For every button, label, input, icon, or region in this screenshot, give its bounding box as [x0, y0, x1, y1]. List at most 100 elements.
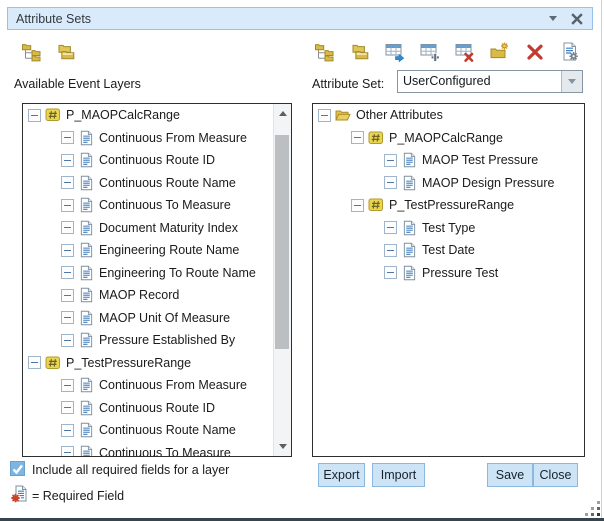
- collapse-toggle[interactable]: [61, 446, 74, 456]
- delete-button[interactable]: [524, 41, 545, 62]
- tree-item-label: P_MAOPCalcRange: [389, 131, 503, 145]
- import-button[interactable]: Import: [372, 463, 425, 487]
- collapse-toggle[interactable]: [61, 401, 74, 414]
- chevron-down-icon[interactable]: [561, 71, 582, 92]
- tree-item[interactable]: Engineering Route Name: [23, 239, 274, 262]
- collapse-toggle[interactable]: [61, 311, 74, 324]
- collapse-toggle[interactable]: [61, 131, 74, 144]
- collapse-toggle[interactable]: [61, 176, 74, 189]
- collapse-toggle[interactable]: [28, 109, 41, 122]
- collapse-toggle[interactable]: [384, 244, 397, 257]
- folders-button[interactable]: [349, 41, 370, 62]
- tree-item[interactable]: Test Date: [313, 239, 584, 262]
- attribute-set-value: UserConfigured: [398, 71, 561, 92]
- collapse-toggle[interactable]: [351, 131, 364, 144]
- toolbar-right: [314, 41, 580, 62]
- collapse-toggle[interactable]: [61, 424, 74, 437]
- tree-item[interactable]: MAOP Unit Of Measure: [23, 307, 274, 330]
- dialog-title: Attribute Sets: [16, 12, 536, 26]
- field-icon: [401, 265, 417, 281]
- field-icon: [401, 220, 417, 236]
- collapse-toggle[interactable]: [28, 356, 41, 369]
- tree-item-label: Engineering To Route Name: [99, 266, 256, 280]
- field-icon: [78, 445, 94, 456]
- collapse-toggle[interactable]: [384, 154, 397, 167]
- tree-item-label: Pressure Test: [422, 266, 498, 280]
- folder-tree-button[interactable]: [314, 41, 335, 62]
- folders-button[interactable]: [55, 41, 76, 62]
- collapse-toggle[interactable]: [61, 379, 74, 392]
- collapse-toggle[interactable]: [384, 266, 397, 279]
- collapse-toggle[interactable]: [61, 244, 74, 257]
- field-icon: [78, 310, 94, 326]
- tree-item-label: MAOP Record: [99, 288, 179, 302]
- include-required-fields-label: Include all required fields for a layer: [32, 463, 229, 477]
- tree-item[interactable]: Pressure Test: [313, 262, 584, 285]
- field-icon: [78, 400, 94, 416]
- tree-item[interactable]: MAOP Test Pressure: [313, 149, 584, 172]
- save-button[interactable]: Save: [487, 463, 533, 487]
- tree-item[interactable]: Continuous Route Name: [23, 172, 274, 195]
- include-required-fields-checkbox[interactable]: [10, 461, 25, 476]
- field-icon: [78, 175, 94, 191]
- tree-item[interactable]: P_MAOPCalcRange: [313, 127, 584, 150]
- field-icon: [401, 152, 417, 168]
- available-event-layers-tree: P_MAOPCalcRange Continuous From Measure …: [23, 104, 274, 456]
- tree-item[interactable]: P_MAOPCalcRange: [23, 104, 274, 127]
- tree-item[interactable]: Other Attributes: [313, 104, 584, 127]
- event-layer-icon: [45, 355, 61, 371]
- tree-item[interactable]: P_TestPressureRange: [313, 194, 584, 217]
- table-export-button[interactable]: [384, 41, 405, 62]
- collapse-toggle[interactable]: [351, 199, 364, 212]
- table-remove-button[interactable]: [454, 41, 475, 62]
- export-button[interactable]: Export: [318, 463, 365, 487]
- field-icon: [78, 197, 94, 213]
- field-icon: [78, 265, 94, 281]
- collapse-toggle[interactable]: [384, 221, 397, 234]
- table-add-button[interactable]: [419, 41, 440, 62]
- close-button[interactable]: Close: [533, 463, 578, 487]
- tree-item[interactable]: Continuous Route Name: [23, 419, 274, 442]
- collapse-toggle[interactable]: [61, 199, 74, 212]
- tree-item[interactable]: Continuous To Measure: [23, 194, 274, 217]
- tree-item[interactable]: MAOP Design Pressure: [313, 172, 584, 195]
- tree-item[interactable]: P_TestPressureRange: [23, 352, 274, 375]
- tree-item[interactable]: Test Type: [313, 217, 584, 240]
- new-folder-button[interactable]: [489, 41, 510, 62]
- collapse-window-icon[interactable]: [546, 12, 560, 26]
- collapse-toggle[interactable]: [61, 289, 74, 302]
- report-settings-button[interactable]: [559, 41, 580, 62]
- collapse-toggle[interactable]: [384, 176, 397, 189]
- scroll-up-icon[interactable]: [274, 105, 291, 122]
- collapse-toggle[interactable]: [61, 154, 74, 167]
- tree-item-label: Test Date: [422, 243, 475, 257]
- event-layer-icon: [368, 197, 384, 213]
- tree-item[interactable]: Document Maturity Index: [23, 217, 274, 240]
- attribute-set-select[interactable]: UserConfigured: [397, 70, 583, 93]
- field-icon: [78, 377, 94, 393]
- field-icon: [401, 175, 417, 191]
- tree-item[interactable]: Pressure Established By: [23, 329, 274, 352]
- tree-item-label: Pressure Established By: [99, 333, 235, 347]
- tree-item[interactable]: Engineering To Route Name: [23, 262, 274, 285]
- available-event-layers-label: Available Event Layers: [14, 77, 141, 91]
- event-layer-icon: [45, 107, 61, 123]
- tree-item[interactable]: Continuous To Measure: [23, 442, 274, 457]
- tree-item[interactable]: MAOP Record: [23, 284, 274, 307]
- collapse-toggle[interactable]: [318, 109, 331, 122]
- scrollbar-thumb[interactable]: [275, 135, 289, 349]
- tree-item[interactable]: Continuous Route ID: [23, 149, 274, 172]
- tree-item[interactable]: Continuous Route ID: [23, 397, 274, 420]
- close-icon[interactable]: [570, 12, 584, 26]
- scroll-down-icon[interactable]: [274, 438, 291, 455]
- collapse-toggle[interactable]: [61, 266, 74, 279]
- folder-tree-button[interactable]: [21, 41, 42, 62]
- collapse-toggle[interactable]: [61, 334, 74, 347]
- dialog-titlebar[interactable]: Attribute Sets: [7, 7, 593, 30]
- resize-grip[interactable]: [585, 501, 603, 519]
- tree-item[interactable]: Continuous From Measure: [23, 127, 274, 150]
- tree-item[interactable]: Continuous From Measure: [23, 374, 274, 397]
- event-layer-icon: [368, 130, 384, 146]
- collapse-toggle[interactable]: [61, 221, 74, 234]
- vertical-scrollbar[interactable]: [273, 104, 291, 456]
